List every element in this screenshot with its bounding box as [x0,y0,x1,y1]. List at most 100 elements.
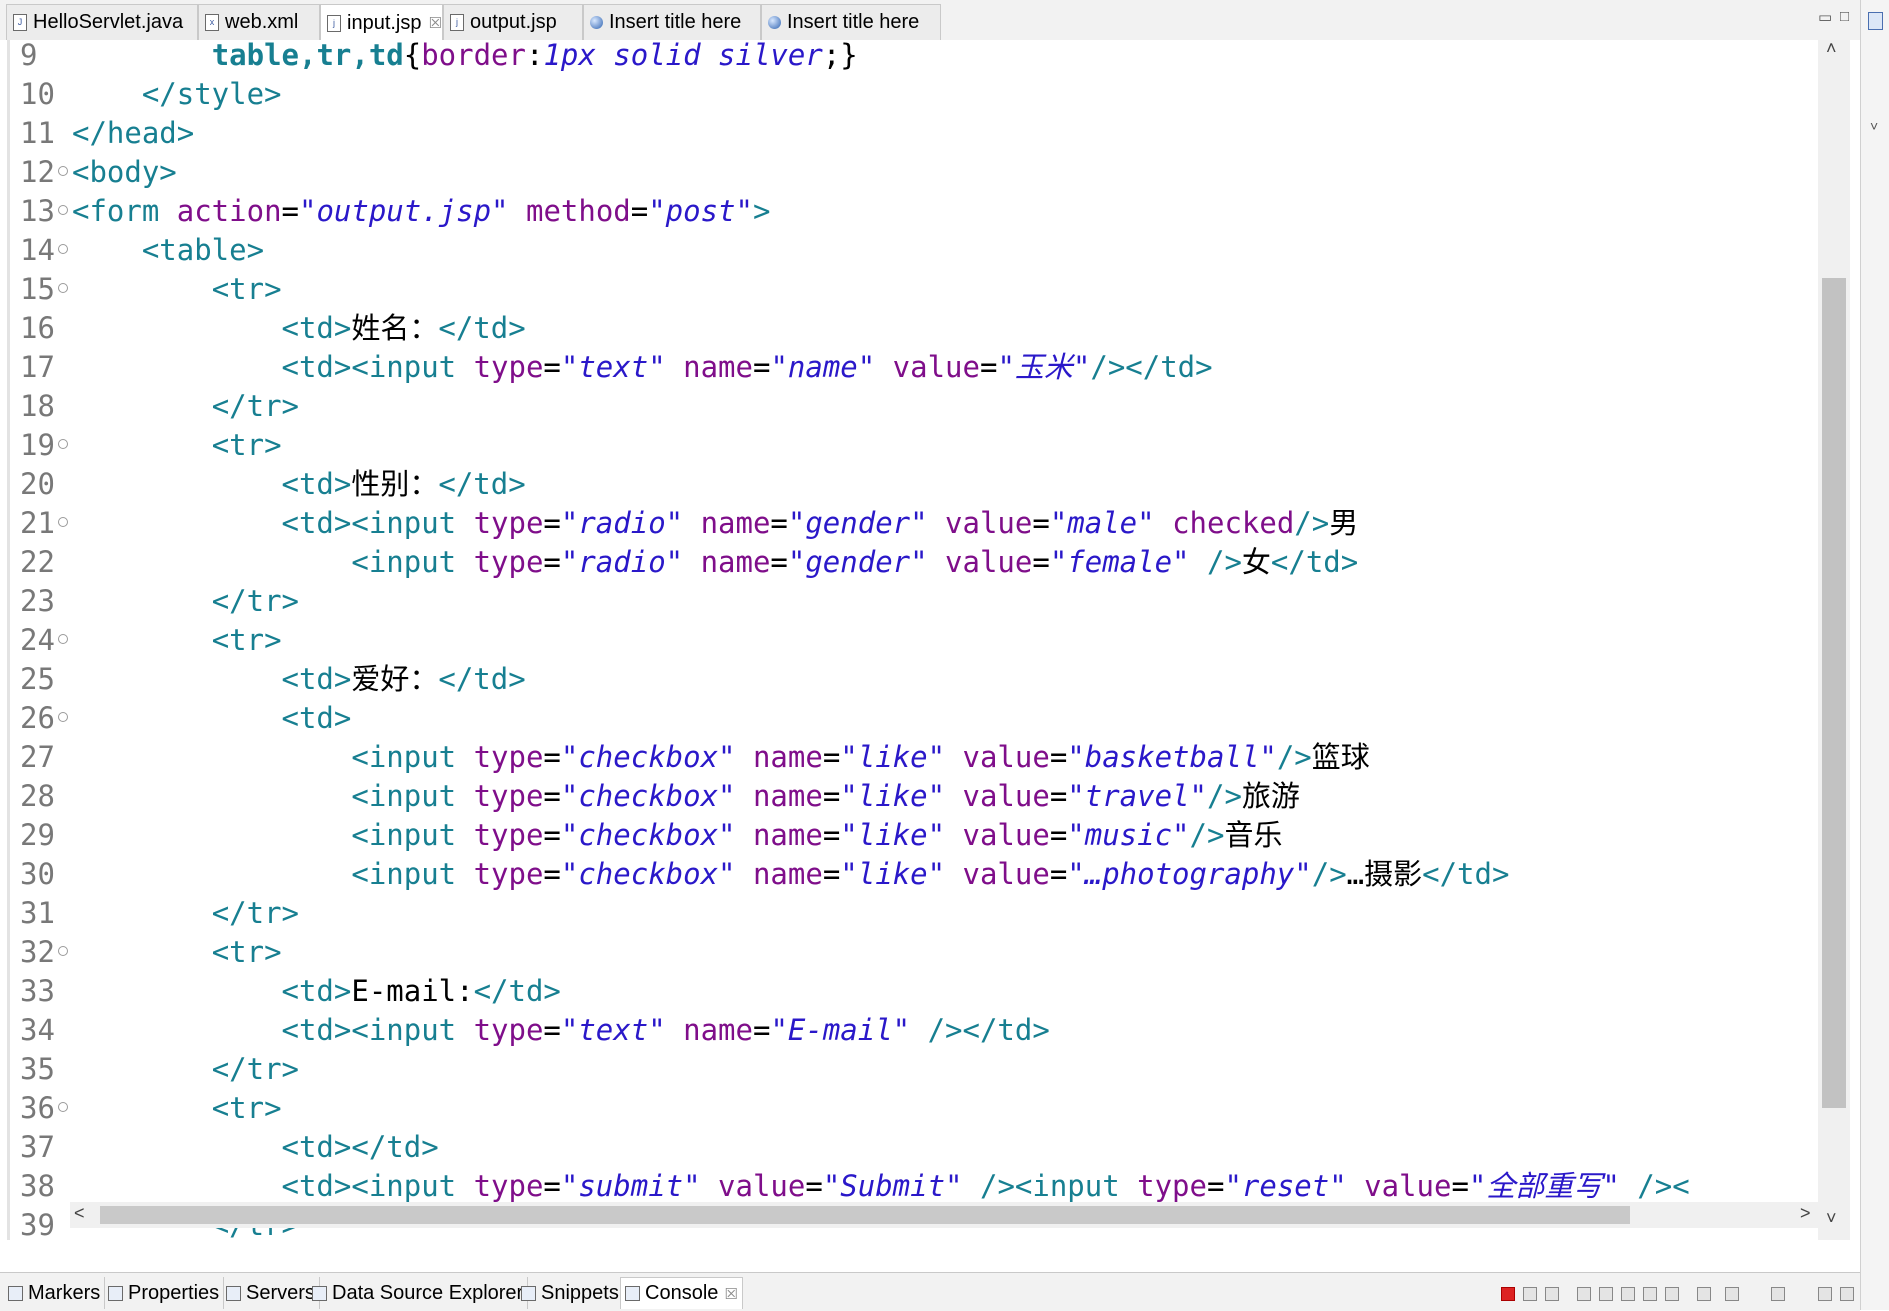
fold-toggle-icon[interactable] [58,205,68,215]
show-on-stderr-icon[interactable] [1665,1287,1679,1301]
code-line[interactable]: 22 <input type="radio" name="gender" val… [0,543,1818,582]
vertical-scroll-thumb[interactable] [1822,278,1846,1108]
fold-toggle-icon[interactable] [58,283,68,293]
fold-toggle-icon[interactable] [58,517,68,527]
code-line[interactable]: 10 </style> [0,75,1818,114]
fold-toggle-icon[interactable] [58,946,68,956]
code-line[interactable]: 32 <tr> [0,933,1818,972]
code-line[interactable]: 38 <td><input type="submit" value="Submi… [0,1167,1818,1206]
code-editor[interactable]: 9 table,tr,td{border:1px solid silver;} 1… [0,38,1860,1243]
tab-properties[interactable]: Properties [104,1277,225,1309]
editor-tab-1[interactable]: J HelloServlet.java [6,4,198,40]
code-line[interactable]: 15 <tr> [0,270,1818,309]
code-line[interactable]: 18 </tr> [0,387,1818,426]
terminate-icon[interactable] [1501,1287,1515,1301]
line-number: 24 [20,623,55,657]
code-token: "radio" [560,506,684,540]
minimize-panel-icon[interactable] [1818,1287,1832,1301]
code-line[interactable]: 13 <form action="output.jsp" method="post… [0,192,1818,231]
pane-chevron-down-icon[interactable]: ˅ [1870,118,1878,134]
editor-tab-5[interactable]: Insert title here [583,4,761,40]
code-line[interactable]: 27 <input type="checkbox" name="like" va… [0,738,1818,777]
code-line[interactable]: 28 <input type="checkbox" name="like" va… [0,777,1818,816]
tab-markers[interactable]: Markers [4,1277,106,1309]
code-line[interactable]: 29 <input type="checkbox" name="like" va… [0,816,1818,855]
editor-tab-3[interactable]: j input.jsp ☒ [320,4,443,41]
scroll-up-arrow[interactable]: ˄ [1826,38,1837,59]
maximize-editor-button[interactable]: □ [1840,8,1849,25]
editor-tab-6[interactable]: Insert title here [761,4,941,40]
code-token: value [1364,1169,1452,1203]
code-token: <input [351,818,474,852]
code-line[interactable]: 21 <td><input type="radio" name="gender"… [0,504,1818,543]
code-line[interactable]: 36 <tr> [0,1089,1818,1128]
scroll-left-arrow[interactable]: < [74,1203,85,1224]
code-line[interactable]: 26 <td> [0,699,1818,738]
code-token: = [752,1013,771,1047]
remove-launch-icon[interactable] [1523,1287,1537,1301]
code-line[interactable]: 9 table,tr,td{border:1px solid silver;} [0,40,1818,75]
code-token: = [1032,545,1050,579]
horizontal-scroll-thumb[interactable] [100,1206,1630,1224]
code-line[interactable]: 19 <tr> [0,426,1818,465]
code-line[interactable]: 11 </head> [0,114,1818,153]
tab-label: HelloServlet.java [33,11,184,33]
code-line[interactable]: 31 </tr> [0,894,1818,933]
tab-label: output.jsp [470,11,557,33]
tab-data-source-explorer[interactable]: Data Source Explorer [308,1277,529,1309]
editor-tab-4[interactable]: j output.jsp [443,4,583,40]
code-line[interactable]: 24 <tr> [0,621,1818,660]
line-number: 28 [20,779,55,813]
code-text: <td><input type="text" name="E-mail" /><… [72,1011,1050,1050]
code-area[interactable]: 9 table,tr,td{border:1px solid silver;} 1… [0,40,1818,1243]
globe-icon [768,16,781,29]
fold-toggle-icon[interactable] [58,439,68,449]
code-line[interactable]: 25 <td>爱好：</td> [0,660,1818,699]
fold-toggle-icon[interactable] [58,1102,68,1112]
editor-tab-2[interactable]: x web.xml [198,4,320,40]
code-line[interactable]: 20 <td>性别：</td> [0,465,1818,504]
line-number: 35 [20,1052,55,1086]
close-tab-icon[interactable]: ☒ [429,14,442,32]
word-wrap-icon[interactable] [1621,1287,1635,1301]
tab-servers[interactable]: Servers [222,1277,320,1309]
open-console-icon[interactable] [1771,1287,1785,1301]
code-line[interactable]: 12 <body> [0,153,1818,192]
code-line[interactable]: 30 <input type="checkbox" name="like" va… [0,855,1818,894]
close-tab-icon[interactable]: ☒ [724,1285,737,1303]
vertical-scrollbar[interactable]: ˄ ˅ [1818,38,1850,1240]
code-line[interactable]: 35 </tr> [0,1050,1818,1089]
fold-toggle-icon[interactable] [58,634,68,644]
outline-view-icon[interactable] [1868,12,1883,30]
fold-toggle-icon[interactable] [58,712,68,722]
scroll-down-arrow[interactable]: ˅ [1826,1208,1837,1229]
pin-console-icon[interactable] [1697,1287,1711,1301]
code-line[interactable]: 37 <td></td> [0,1128,1818,1167]
code-token: type [473,1013,544,1047]
code-line[interactable]: 34 <td><input type="text" name="E-mail" … [0,1011,1818,1050]
tab-console[interactable]: Console ☒ [620,1277,743,1309]
code-line[interactable]: 33 <td>E-mail:</td> [0,972,1818,1011]
display-console-icon[interactable] [1725,1287,1739,1301]
code-line[interactable]: 14 <table> [0,231,1818,270]
fold-toggle-icon[interactable] [58,166,68,176]
remove-all-terminated-icon[interactable] [1545,1287,1559,1301]
clear-console-icon[interactable] [1577,1287,1591,1301]
scroll-right-arrow[interactable]: > [1800,1203,1811,1224]
code-line[interactable]: 23 </tr> [0,582,1818,621]
maximize-panel-icon[interactable] [1840,1287,1854,1301]
code-token: <tr> [211,935,282,969]
tab-snippets[interactable]: Snippets [517,1277,624,1309]
scroll-lock-icon[interactable] [1599,1287,1613,1301]
fold-toggle-icon[interactable] [58,244,68,254]
code-line[interactable]: 17 <td><input type="text" name="name" va… [0,348,1818,387]
horizontal-scrollbar[interactable]: < > [70,1202,1820,1228]
code-token: <td><input [281,1169,474,1203]
code-line[interactable]: 16 <td>姓名：</td> [0,309,1818,348]
show-on-stdout-icon[interactable] [1643,1287,1657,1301]
minimize-editor-button[interactable]: ▭ [1818,8,1832,26]
